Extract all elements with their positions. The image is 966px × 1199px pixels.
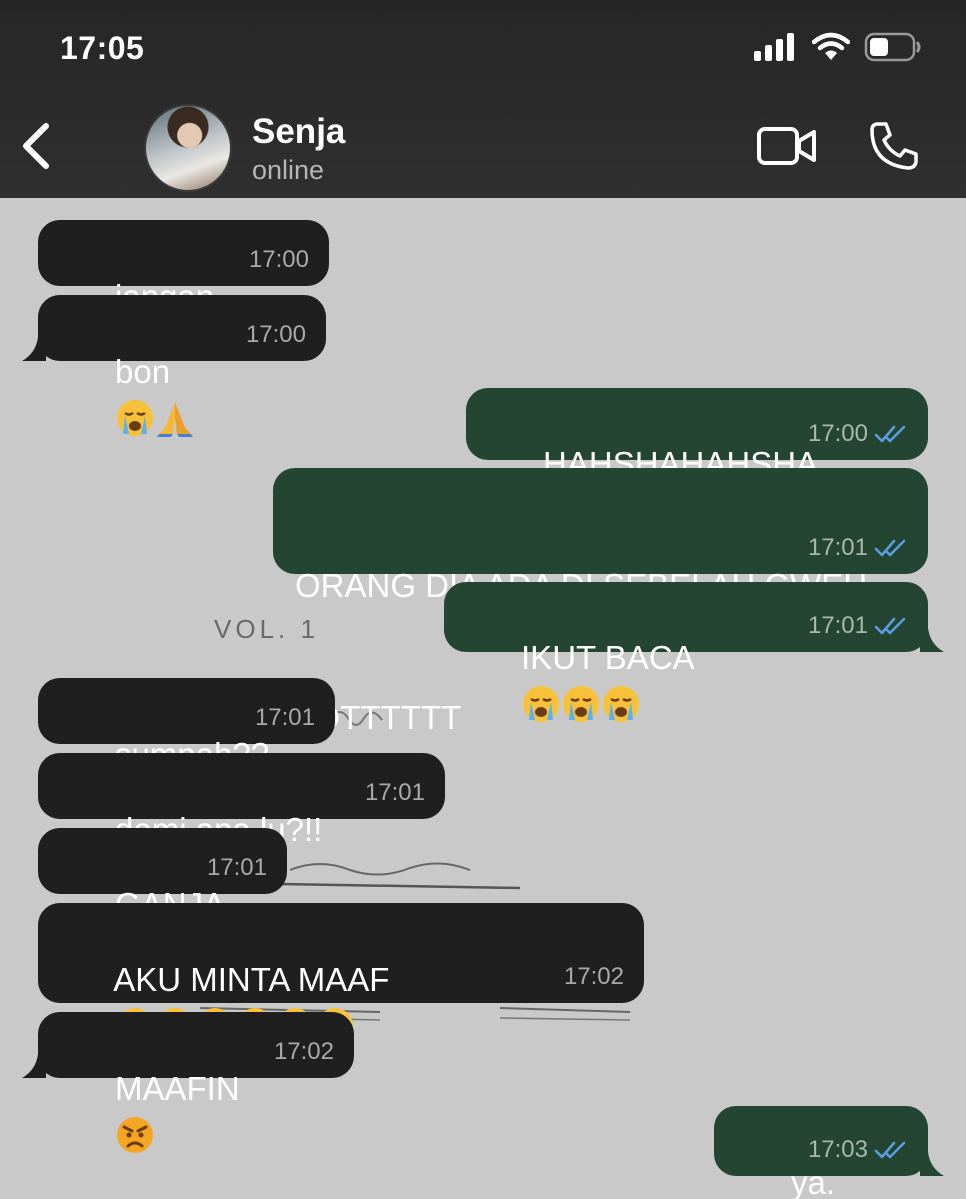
message-time: 17:02 <box>563 963 624 990</box>
bubble-tail <box>22 1054 46 1078</box>
message-bubble-outgoing[interactable]: ya. 17:03 <box>714 1106 944 1199</box>
message-text: MAAFIN <box>115 1070 240 1107</box>
message-bubble-outgoing[interactable]: ORANG DIA ADA DI SEBELAH GWEH TOTTTTTT 1… <box>273 468 928 736</box>
battery-icon <box>864 32 921 62</box>
bubble-tail <box>920 1152 944 1176</box>
status-time: 17:05 <box>60 30 145 66</box>
message-time: 17:01 <box>254 704 315 731</box>
cellular-signal-icon <box>754 33 794 61</box>
wifi-icon <box>812 32 850 60</box>
message-bubble-incoming[interactable]: MAAFIN 17:02 <box>22 1012 354 1154</box>
crying-face-emoji-icon <box>117 400 154 437</box>
message-time: 17:00 <box>807 420 868 447</box>
message-bubble-incoming[interactable]: bon 17:00 <box>22 295 326 438</box>
message-time: 17:02 <box>273 1038 334 1065</box>
message-time: 17:03 <box>807 1136 868 1163</box>
status-icons <box>754 32 922 62</box>
chat-header: 17:05 Senja online <box>0 0 966 198</box>
read-double-check-icon <box>874 424 908 444</box>
phone-call-icon[interactable] <box>868 120 920 172</box>
message-time: 17:01 <box>807 534 868 561</box>
back-chevron-icon[interactable] <box>18 118 58 174</box>
read-double-check-icon <box>874 538 908 558</box>
crying-face-emoji-icon <box>523 686 560 723</box>
message-time: 17:01 <box>206 854 267 881</box>
message-text: IKUT BACA <box>521 639 695 676</box>
message-text: ya. <box>791 1164 836 1199</box>
bubble-tail <box>920 628 944 652</box>
message-time: 17:01 <box>807 612 868 639</box>
read-double-check-icon <box>874 1140 908 1160</box>
contact-name[interactable]: Senja <box>252 112 345 152</box>
message-bubble-outgoing[interactable]: HAHSHAHAHSHA 17:00 <box>466 388 928 482</box>
message-bubble-incoming[interactable]: AKU MINTA MAAF 17:02 <box>38 903 644 1045</box>
message-time: 17:00 <box>245 321 306 348</box>
contact-status: online <box>252 155 325 185</box>
angry-face-emoji-icon <box>117 1117 154 1154</box>
message-bubble-outgoing[interactable]: IKUT BACA 17:01 <box>444 582 944 723</box>
read-double-check-icon <box>874 616 908 636</box>
chat-area[interactable]: VOL. 1 jangan 17:00 bon 17:00 HAHSHAHAHS… <box>0 198 966 1199</box>
message-time: 17:01 <box>364 779 425 806</box>
contact-avatar[interactable] <box>144 104 232 192</box>
message-time: 17:00 <box>248 246 309 273</box>
bubble-tail <box>22 337 46 361</box>
crying-face-emoji-icon <box>563 686 600 723</box>
crying-face-emoji-icon <box>603 686 640 723</box>
folded-hands-emoji-icon <box>157 402 194 438</box>
message-bubble-incoming[interactable]: jangan 17:00 <box>38 220 329 362</box>
message-text: bon <box>115 353 171 390</box>
message-text: AKU MINTA MAAF <box>113 961 390 998</box>
message-bubble-incoming[interactable]: sumpah?? 17:01 <box>38 678 335 773</box>
video-call-icon[interactable] <box>756 124 818 168</box>
message-bubble-incoming[interactable]: demi apa lu?!! 17:01 <box>38 753 445 895</box>
message-bubble-incoming[interactable]: GANJA 17:01 <box>38 828 287 923</box>
